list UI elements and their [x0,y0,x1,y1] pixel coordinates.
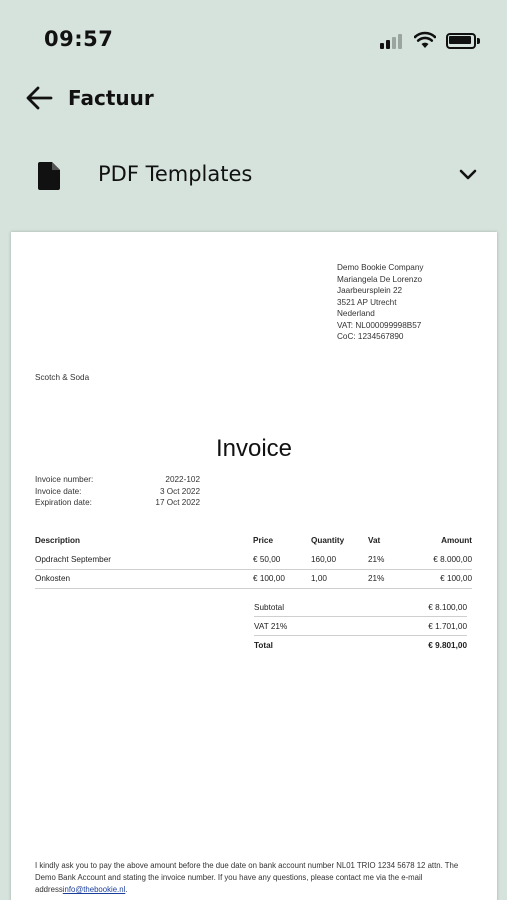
table-header: Description Price Quantity Vat Amount [35,532,472,551]
company-street: Jaarbeursplein 22 [337,286,403,295]
pdf-template-label: PDF Templates [98,162,253,186]
total-label: Total [254,641,273,650]
line-price: € 100,00 [253,574,285,583]
column-header-price: Price [253,536,274,545]
invoice-lines-table: Description Price Quantity Vat Amount Op… [35,532,472,589]
invoice-meta: Invoice number: 2022-102 Invoice date: 3… [35,475,200,510]
table-row: Opdracht September € 50,00 160,00 21% € … [35,551,472,570]
invoice-pdf-preview[interactable]: Demo Bookie Company Mariangela De Lorenz… [11,232,497,900]
company-contact: Mariangela De Lorenzo [337,274,423,284]
back-button[interactable] [24,84,54,112]
document-icon [38,162,60,190]
expiration-date-value: 17 Oct 2022 [155,498,200,507]
line-amount: € 100,00 [440,574,472,583]
line-quantity: 160,00 [311,555,337,564]
wifi-icon [414,31,436,48]
company-coc: CoC: 1234567890 [337,332,404,341]
total-row: Total € 9.801,00 [254,636,467,655]
company-country: Nederland [337,309,375,318]
line-quantity: 1,00 [311,574,327,583]
invoice-totals: Subtotal € 8.100,00 VAT 21% € 1.701,00 T… [254,598,467,655]
column-header-amount: Amount [441,536,472,545]
invoice-number-value: 2022-102 [165,475,200,484]
email-link[interactable]: info@thebookie.nl [63,885,126,894]
company-address: Demo Bookie Company Mariangela De Lorenz… [337,262,423,343]
column-header-quantity: Quantity [311,536,345,545]
total-value: € 9.801,00 [428,641,467,650]
vat-value: € 1.701,00 [428,622,467,631]
vat-row: VAT 21% € 1.701,00 [254,617,467,636]
invoice-title: Invoice [215,435,293,462]
line-description: Opdracht September [35,555,112,564]
company-vat: VAT: NL000099998B57 [337,320,422,330]
chevron-down-icon [459,169,477,180]
line-vat: 21% [368,574,385,583]
cellular-signal-icon [380,33,406,49]
customer-name: Scotch & Soda [35,373,90,382]
line-description: Onkosten [35,574,71,583]
invoice-number-label: Invoice number: [35,475,94,484]
pdf-template-dropdown[interactable]: PDF Templates [0,140,507,214]
column-header-description: Description [35,536,81,545]
payment-note-end: . [125,885,128,894]
invoice-date-value: 3 Oct 2022 [159,486,200,496]
line-price: € 50,00 [253,555,281,564]
line-vat: 21% [368,555,385,564]
arrow-left-icon [26,86,53,110]
status-bar: 09:57 [0,0,507,80]
line-amount: € 8.000,00 [433,555,472,564]
subtotal-label: Subtotal [254,603,285,612]
expiration-date-label: Expiration date: [35,498,92,507]
subtotal-value: € 8.100,00 [428,603,467,612]
column-header-vat: Vat [368,536,381,545]
page-title: Factuur [68,86,154,110]
company-name: Demo Bookie Company [337,263,424,272]
status-time: 09:57 [44,27,114,51]
subtotal-row: Subtotal € 8.100,00 [254,598,467,617]
payment-note: I kindly ask you to pay the above amount… [35,860,475,896]
vat-label: VAT 21% [254,622,288,631]
table-row: Onkosten € 100,00 1,00 21% € 100,00 [35,570,472,589]
battery-icon [446,33,480,49]
invoice-date-label: Invoice date: [35,486,82,496]
company-city: 3521 AP Utrecht [337,297,397,307]
